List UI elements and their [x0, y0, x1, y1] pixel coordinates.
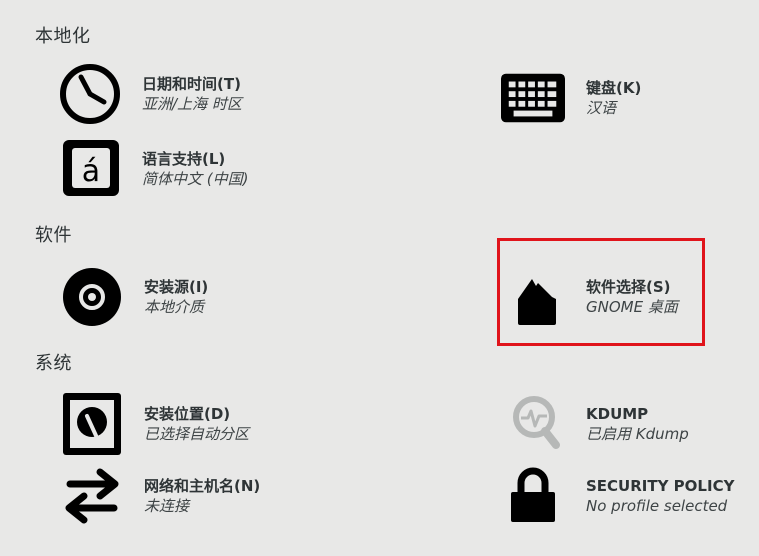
- spoke-installation-destination[interactable]: 安装位置(D) 已选择自动分区: [60, 392, 249, 456]
- spoke-security-policy[interactable]: SECURITY POLICY No profile selected: [501, 464, 734, 528]
- spoke-software-selection[interactable]: 软件选择(S) GNOME 桌面: [508, 265, 678, 329]
- spoke-source-title: 安装源(I): [144, 278, 209, 296]
- spoke-kdump[interactable]: KDUMP 已启用 Kdump: [501, 392, 689, 456]
- section-title-software: 软件: [35, 225, 72, 246]
- lock-icon: [501, 464, 565, 528]
- disc-icon: [60, 265, 124, 329]
- spoke-network-status: 未连接: [144, 497, 190, 515]
- clock-icon: [58, 62, 122, 126]
- section-title-system: 系统: [35, 353, 72, 374]
- language-icon: á: [58, 137, 122, 201]
- spoke-datetime-title: 日期和时间(T): [142, 75, 241, 93]
- kdump-search-icon: [501, 392, 565, 456]
- spoke-destination-status: 已选择自动分区: [144, 425, 250, 443]
- spoke-language-status: 简体中文 (中国): [142, 170, 249, 188]
- spoke-language-title: 语言支持(L): [142, 150, 226, 168]
- spoke-network-title: 网络和主机名(N): [144, 477, 261, 495]
- spoke-kdump-title: KDUMP: [586, 405, 649, 423]
- spoke-keyboard-title: 键盘(K): [586, 79, 642, 97]
- spoke-keyboard[interactable]: 键盘(K) 汉语: [501, 66, 641, 130]
- spoke-keyboard-status: 汉语: [586, 99, 617, 117]
- spoke-software-status: GNOME 桌面: [586, 298, 678, 316]
- svg-text:á: á: [82, 154, 100, 189]
- harddisk-icon: [60, 392, 124, 456]
- spoke-software-title: 软件选择(S): [586, 278, 671, 296]
- spoke-datetime[interactable]: 日期和时间(T) 亚洲/上海 时区: [58, 62, 242, 126]
- spoke-network[interactable]: 网络和主机名(N) 未连接: [60, 464, 260, 528]
- section-title-localization: 本地化: [35, 26, 91, 47]
- spoke-language[interactable]: á 语言支持(L) 简体中文 (中国): [58, 137, 248, 201]
- network-arrows-icon: [60, 464, 124, 528]
- spoke-installation-source[interactable]: 安装源(I) 本地介质: [60, 265, 208, 329]
- spoke-kdump-status: 已启用 Kdump: [586, 425, 689, 443]
- spoke-security-status: No profile selected: [586, 497, 728, 515]
- package-icon: [508, 265, 560, 329]
- spoke-source-status: 本地介质: [144, 298, 205, 316]
- spoke-datetime-status: 亚洲/上海 时区: [142, 95, 242, 113]
- keyboard-icon: [501, 66, 565, 130]
- spoke-security-title: SECURITY POLICY: [586, 477, 735, 495]
- spoke-destination-title: 安装位置(D): [144, 405, 231, 423]
